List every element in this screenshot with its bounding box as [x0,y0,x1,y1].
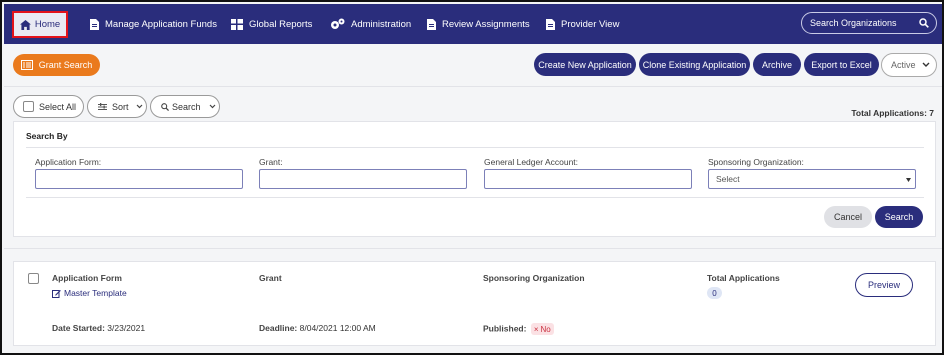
search-button-label: Search [884,212,914,222]
status-filter-value: Active [891,60,916,70]
archive-button[interactable]: Archive [753,53,801,76]
nav-home[interactable]: Home [12,11,68,38]
nav-manage-funds-label: Manage Application Funds [105,18,217,30]
status-filter-select[interactable]: Active [881,53,937,77]
nav-manage-funds[interactable]: Manage Application Funds [90,4,217,44]
caret-down-icon [906,178,911,182]
published-status-value: No [540,324,551,334]
create-new-application-button[interactable]: Create New Application [534,53,636,76]
application-checkbox[interactable] [28,273,39,284]
grant-label: Grant: [259,157,283,167]
panel-divider [26,147,924,148]
published-status-badge: × No [530,323,554,335]
home-icon [19,19,31,30]
search-icon[interactable] [919,18,929,28]
search-panel: Search By Application Form: Grant: Gener… [13,121,936,237]
document-icon [546,18,555,30]
select-all-button[interactable]: Select All [13,95,84,118]
export-to-excel-label: Export to Excel [811,59,872,70]
gl-account-input[interactable] [484,169,692,189]
preview-label: Preview [867,280,900,290]
nav-review-assignments[interactable]: Review Assignments [427,4,530,44]
close-icon: × [533,324,539,334]
sponsoring-org-label: Sponsoring Organization: [708,157,804,167]
gl-account-label: General Ledger Account: [484,157,579,167]
document-icon [427,18,436,30]
nav-provider-view-label: Provider View [561,18,620,30]
grant-header: Grant [259,273,282,283]
published: Published: × No [483,323,554,335]
toolbar-divider [4,86,942,87]
sort-label: Sort [112,101,129,112]
document-icon [90,18,99,30]
sort-icon [98,102,107,110]
chevron-down-icon [922,62,930,67]
sponsoring-org-select[interactable]: Select [708,169,916,189]
grant-search-button[interactable]: Grant Search [13,54,100,76]
grid-icon [231,18,243,30]
create-new-application-label: Create New Application [538,59,632,70]
application-form-label: Application Form: [35,157,102,167]
published-label: Published: [483,323,527,334]
panel-divider [26,197,924,198]
sort-dropdown[interactable]: Sort [87,95,147,118]
application-card: Application Form Master Template Grant S… [13,261,936,346]
deadline-label: Deadline: [259,323,298,333]
chevron-down-icon [209,104,215,109]
archive-label: Archive [761,59,792,70]
preview-button[interactable]: Preview [855,273,913,297]
sponsoring-org-header: Sponsoring Organization [483,273,585,283]
total-applications-header: Total Applications [707,273,780,283]
search-dropdown-label: Search [172,101,201,112]
nav-administration[interactable]: Administration [330,4,411,44]
grant-search-label: Grant Search [38,60,93,70]
application-form-input[interactable] [35,169,243,189]
list-icon [20,60,33,70]
master-template-label: Master Template [64,288,127,298]
nav-home-label: Home [34,19,61,30]
chevron-down-icon [136,104,142,109]
search-organizations-placeholder: Search Organizations [810,18,897,28]
cancel-button[interactable]: Cancel [824,206,872,228]
deadline-value: 8/04/2021 12:00 AM [299,323,376,333]
search-organizations-input[interactable]: Search Organizations [801,12,937,34]
select-all-checkbox[interactable] [23,101,34,112]
search-dropdown[interactable]: Search [150,95,220,118]
sponsoring-org-select-value: Select [716,174,740,184]
gears-icon [331,18,345,29]
panel-bottom-divider [4,248,942,249]
search-icon [161,102,169,111]
date-started-value: 3/23/2021 [107,323,146,333]
grant-input[interactable] [259,169,467,189]
edit-icon [52,289,61,298]
app-window: Home Manage Application Funds Global Rep… [0,0,944,355]
master-template-link[interactable]: Master Template [52,288,127,298]
select-all-label: Select All [39,101,77,112]
nav-review-assignments-label: Review Assignments [442,18,530,30]
date-started-label: Date Started: [52,323,105,333]
application-form-header: Application Form [52,273,122,283]
top-nav: Home Manage Application Funds Global Rep… [4,4,942,44]
nav-global-reports[interactable]: Global Reports [231,4,312,44]
nav-administration-label: Administration [351,18,412,30]
search-button[interactable]: Search [875,206,923,228]
date-started: Date Started: 3/23/2021 [52,323,145,333]
clone-existing-application-button[interactable]: Clone Existing Application [639,53,750,76]
search-panel-title: Search By [26,131,68,141]
total-applications-count: Total Applications: 7 [851,108,934,118]
nav-global-reports-label: Global Reports [249,18,313,30]
export-to-excel-button[interactable]: Export to Excel [804,53,879,76]
deadline: Deadline: 8/04/2021 12:00 AM [259,323,376,333]
clone-existing-application-label: Clone Existing Application [642,59,747,70]
total-applications-badge: 0 [707,287,722,299]
nav-provider-view[interactable]: Provider View [546,4,619,44]
cancel-label: Cancel [833,212,862,222]
